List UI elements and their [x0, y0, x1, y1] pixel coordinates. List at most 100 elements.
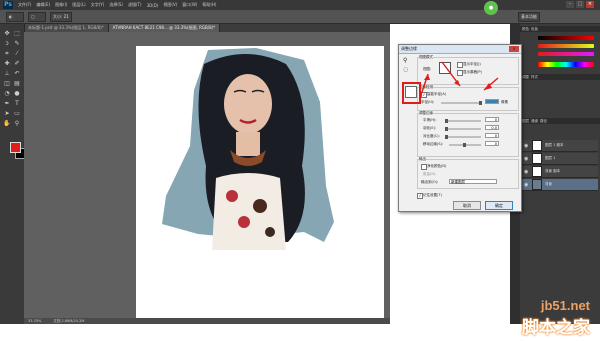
workspace-switcher[interactable]: 基本功能 — [518, 11, 540, 22]
layer-row[interactable]: ◉ 图层 1 — [522, 153, 598, 165]
close-button[interactable]: × — [586, 1, 594, 8]
menu-filter[interactable]: 滤镜(T) — [128, 2, 142, 8]
layer-name: 图层 1 — [545, 156, 556, 160]
marquee-tool-icon[interactable]: ⬚ — [13, 30, 21, 38]
slider-knob[interactable] — [445, 135, 448, 139]
tool-preset-picker[interactable]: ◐ — [6, 11, 24, 22]
cancel-button[interactable]: 取消 — [453, 201, 481, 210]
menu-window[interactable]: 窗口(W) — [182, 2, 197, 8]
adjustments-panel-header: 调整 样式 — [520, 74, 600, 80]
document-tab[interactable]: 未标题-1.psd @ 33.3%(图层 1, RGB/8)* — [24, 24, 109, 32]
menu-help[interactable]: 帮助(H) — [202, 2, 216, 8]
menu-type[interactable]: 文字(Y) — [91, 2, 105, 8]
cutout-photo — [162, 48, 334, 250]
layer-row[interactable]: ◉ 图层 1 副本 — [522, 140, 598, 152]
crop-tool-icon[interactable]: ⌗ — [3, 50, 11, 58]
slider-knob[interactable] — [445, 127, 448, 131]
menu-view[interactable]: 视图(V) — [163, 2, 177, 8]
visibility-eye-icon[interactable]: ◉ — [524, 143, 529, 149]
type-tool-icon[interactable]: T — [13, 100, 21, 108]
hand-tool-icon[interactable]: ✋ — [3, 120, 11, 128]
eraser-tool-icon[interactable]: ◫ — [3, 80, 11, 88]
options-bar: ◐ ▢ 大小: 21 基本功能 — [0, 10, 600, 24]
document-info[interactable]: 文档:2.86M/20.2M — [53, 319, 84, 324]
red-slider[interactable] — [538, 36, 594, 40]
ps-logo: Ps — [3, 1, 13, 9]
lasso-tool-icon[interactable]: ↄ — [3, 40, 11, 48]
document-tab-active[interactable]: ATVNRAH 6ACT 8E21 C98... @ 33.3%(抠图, RGB… — [108, 24, 221, 32]
styles-tab[interactable]: 样式 — [531, 74, 538, 80]
shift-edge-slider[interactable] — [449, 143, 481, 147]
smooth-slider[interactable] — [445, 119, 481, 123]
eyedropper-tool-icon[interactable]: ⁄ — [13, 50, 21, 58]
document-tabs: 未标题-1.psd @ 33.3%(图层 1, RGB/8)* ATVNRAH … — [24, 24, 390, 32]
layer-thumbnail — [532, 166, 542, 177]
slider-knob[interactable] — [445, 119, 448, 123]
ok-button[interactable]: 确定 — [485, 201, 513, 210]
move-tool-icon[interactable]: ✥ — [3, 30, 11, 38]
annotation-arrows — [419, 61, 499, 99]
dialog-close-button[interactable]: × — [509, 46, 519, 52]
smooth-input[interactable]: 0 — [485, 117, 499, 122]
shift-edge-label: 移动边缘(S): — [423, 142, 444, 146]
green-slider[interactable] — [538, 44, 594, 48]
adjustments-tab[interactable]: 调整 — [522, 74, 529, 80]
brush-tool-icon[interactable]: ✐ — [13, 60, 21, 68]
zoom-level[interactable]: 33.33% — [28, 319, 41, 323]
paths-tab[interactable]: 路径 — [540, 118, 547, 124]
zoom-tool-icon[interactable]: ⚲ — [13, 120, 21, 128]
layer-row-selected[interactable]: ◉ 背景 — [522, 179, 598, 191]
healing-brush-icon[interactable]: ✚ — [3, 60, 11, 68]
blur-tool-icon[interactable]: ◔ — [3, 90, 11, 98]
menu-edit[interactable]: 编辑(E) — [36, 2, 50, 8]
clone-stamp-icon[interactable]: ⊥ — [3, 70, 11, 78]
dodge-tool-icon[interactable]: ● — [13, 90, 21, 98]
shape-tool-icon[interactable]: ▭ — [13, 110, 21, 118]
foreground-color-swatch[interactable] — [10, 142, 21, 153]
menu-image[interactable]: 图像(I) — [55, 2, 67, 8]
layer-name: 背景 副本 — [545, 169, 561, 173]
slider-knob[interactable] — [463, 143, 466, 147]
spectrum-bar[interactable] — [538, 62, 594, 67]
path-select-icon[interactable]: ➤ — [3, 110, 11, 118]
pen-tool-icon[interactable]: ✒ — [3, 100, 11, 108]
color-panel-header: 颜色 色板 — [520, 26, 600, 32]
menu-select[interactable]: 选择(S) — [109, 2, 123, 8]
menu-bar: Ps 文件(F) 编辑(E) 图像(I) 图层(L) 文字(Y) 选择(S) 滤… — [0, 0, 600, 10]
shift-edge-input[interactable]: 0 — [485, 141, 499, 146]
bottom-margin — [0, 324, 600, 341]
feather-slider[interactable] — [445, 127, 481, 131]
mode-picker[interactable]: ▢ — [28, 11, 46, 22]
layer-thumbnail — [532, 153, 542, 164]
minimize-button[interactable]: – — [566, 1, 574, 8]
feather-input[interactable]: 0.0 — [485, 125, 499, 130]
notification-badge: ● — [484, 1, 498, 15]
quick-select-tool-icon[interactable]: ✎ — [13, 40, 21, 48]
maximize-button[interactable]: □ — [576, 1, 584, 8]
layer-row[interactable]: ◉ 背景 副本 — [522, 166, 598, 178]
layer-thumbnail — [532, 140, 542, 151]
contrast-input[interactable]: 0 — [485, 133, 499, 138]
smooth-label: 平滑(H): — [423, 118, 437, 122]
color-tab[interactable]: 颜色 — [522, 26, 529, 32]
contrast-slider[interactable] — [445, 135, 481, 139]
menu-3d[interactable]: 3D(D) — [147, 3, 159, 8]
watermark-brand: 脚本之家 — [522, 318, 590, 338]
visibility-eye-icon[interactable]: ◉ — [524, 169, 529, 175]
gradient-tool-icon[interactable]: ▤ — [13, 80, 21, 88]
document-canvas[interactable] — [136, 46, 384, 320]
visibility-eye-icon[interactable]: ◉ — [524, 156, 529, 162]
menu-file[interactable]: 文件(F) — [18, 2, 31, 8]
output-to-select[interactable]: 新建图层 — [449, 179, 497, 184]
swatches-tab[interactable]: 色板 — [531, 26, 538, 32]
size-field[interactable]: 大小: 21 — [50, 11, 72, 22]
watermark-site: jb51.net — [540, 298, 590, 313]
layers-tab[interactable]: 图层 — [522, 118, 529, 124]
history-brush-icon[interactable]: ↶ — [13, 70, 21, 78]
visibility-eye-icon[interactable]: ◉ — [524, 182, 529, 188]
refine-radius-tool-icon[interactable]: ◌ — [403, 66, 408, 73]
zoom-tool-icon[interactable]: ⚲ — [403, 57, 407, 64]
blue-slider[interactable] — [538, 52, 594, 56]
channels-tab[interactable]: 通道 — [531, 118, 538, 124]
menu-layer[interactable]: 图层(L) — [72, 2, 85, 8]
